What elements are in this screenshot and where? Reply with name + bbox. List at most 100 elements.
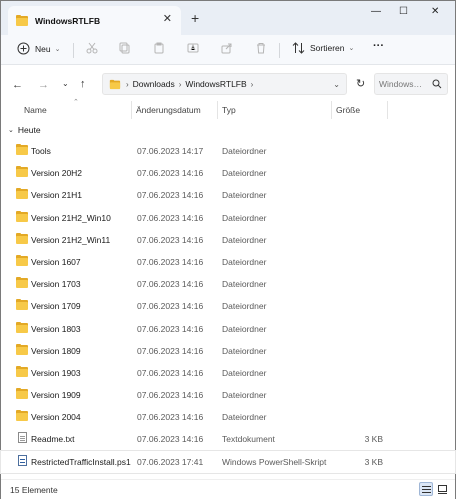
divider: [279, 43, 280, 58]
copy-button[interactable]: [119, 42, 131, 54]
file-row[interactable]: Version 2004 07.06.2023 14:16 Dateiordner: [1, 406, 455, 428]
file-row[interactable]: Version 1607 07.06.2023 14:16 Dateiordner: [1, 251, 455, 273]
file-row[interactable]: Version 1703 07.06.2023 14:16 Dateiordner: [1, 273, 455, 295]
file-type: Dateiordner: [222, 234, 267, 245]
share-icon: [221, 43, 232, 54]
clipboard-icon: [154, 42, 164, 54]
sort-button-label: Sortieren: [310, 43, 345, 53]
recent-locations-chevron-icon[interactable]: ⌄: [62, 79, 69, 88]
rename-button[interactable]: [187, 42, 199, 54]
file-row[interactable]: RestrictedTrafficInstall.ps1 07.06.2023 1…: [0, 449, 456, 474]
column-divider[interactable]: [331, 101, 332, 119]
refresh-icon[interactable]: ↻: [356, 77, 365, 90]
breadcrumb-downloads[interactable]: Downloads: [133, 79, 175, 89]
column-type[interactable]: Typ: [222, 105, 236, 115]
forward-arrow-icon[interactable]: →: [38, 79, 49, 91]
file-type: Dateiordner: [222, 146, 267, 156]
rename-icon: [187, 43, 199, 53]
file-type: Dateiordner: [222, 212, 267, 223]
file-row[interactable]: Version 1903 07.06.2023 14:16 Dateiordner: [1, 362, 455, 384]
back-arrow-icon[interactable]: ←: [12, 79, 23, 91]
new-button[interactable]: Neu ⌄: [17, 42, 60, 55]
folder-icon: [16, 188, 28, 200]
file-row[interactable]: Version 1803 07.06.2023 14:16 Dateiordner: [1, 318, 455, 340]
address-dropdown-icon[interactable]: ⌄: [333, 80, 340, 89]
new-tab-button[interactable]: +: [191, 10, 199, 26]
breadcrumb-separator-icon: ›: [178, 79, 182, 89]
file-row[interactable]: Version 21H2_Win11 07.06.2023 14:16 Dateio…: [1, 229, 455, 251]
file-date: 07.06.2023 14:16: [137, 345, 204, 356]
breadcrumb-windowsrtlfb[interactable]: WindowsRTLFB: [185, 79, 246, 89]
file-list: Tools 07.06.2023 14:17 Dateiordner Version …: [0, 140, 456, 474]
column-divider[interactable]: [131, 101, 132, 119]
search-box[interactable]: Windows…: [374, 73, 448, 95]
folder-icon: [16, 144, 28, 155]
file-date: 07.06.2023 14:16: [137, 301, 204, 312]
group-header-today[interactable]: ⌄ Heute: [8, 125, 41, 135]
file-row[interactable]: Version 1809 07.06.2023 14:16 Dateiordner: [1, 340, 455, 362]
file-row[interactable]: Tools 07.06.2023 14:17 Dateiordner: [1, 140, 455, 162]
details-view-button[interactable]: [419, 482, 433, 496]
folder-icon: [16, 299, 28, 311]
chevron-down-icon: ⌄: [54, 45, 61, 53]
folder-icon: [16, 410, 28, 422]
file-row[interactable]: Version 1709 07.06.2023 14:16 Dateiordner: [1, 295, 455, 317]
file-name: Version 21H2_Win11: [31, 234, 111, 245]
close-tab-icon[interactable]: ✕: [163, 12, 172, 25]
column-size[interactable]: Größe: [336, 105, 360, 115]
command-bar: Neu ⌄ Sortieren ⌄ ···: [1, 35, 455, 65]
up-arrow-icon[interactable]: ↑: [80, 78, 86, 90]
scissors-icon: [86, 42, 98, 54]
file-row[interactable]: Version 20H2 07.06.2023 14:16 Dateiordner: [1, 162, 455, 184]
tab-title: WindowsRTLFB: [35, 15, 101, 26]
file-type: Dateiordner: [222, 323, 267, 334]
file-date: 07.06.2023 14:16: [137, 212, 204, 223]
list-view-icon: [421, 485, 431, 493]
more-options-button[interactable]: ···: [373, 40, 384, 52]
file-type: Dateiordner: [222, 301, 267, 312]
column-divider[interactable]: [217, 101, 218, 119]
folder-icon: [16, 15, 28, 26]
share-button[interactable]: [221, 42, 233, 54]
file-type: Dateiordner: [222, 168, 267, 179]
sort-button[interactable]: Sortieren ⌄: [292, 42, 354, 54]
trash-icon: [257, 43, 265, 54]
status-bar: 15 Elemente: [1, 479, 455, 499]
file-date: 07.06.2023 14:16: [137, 168, 204, 179]
tiles-view-button[interactable]: [435, 482, 449, 496]
close-window-button[interactable]: ✕: [431, 6, 439, 17]
file-row[interactable]: Readme.txt 07.06.2023 14:16 Textdokument 3 …: [1, 428, 455, 450]
file-size: 3 KB: [364, 434, 383, 445]
file-date: 07.06.2023 14:16: [137, 434, 204, 445]
file-date: 07.06.2023 14:16: [137, 234, 204, 245]
scrollbar[interactable]: [450, 101, 454, 476]
file-name: Version 1709: [31, 301, 81, 312]
file-type: Dateiordner: [222, 190, 267, 201]
file-type: Dateiordner: [222, 279, 267, 290]
tab-windowsrtlfb[interactable]: WindowsRTLFB ✕: [8, 6, 181, 35]
file-row[interactable]: Version 21H1 07.06.2023 14:16 Dateiordner: [1, 184, 455, 206]
column-name[interactable]: Name: [24, 105, 47, 115]
column-divider[interactable]: [387, 101, 388, 119]
file-date: 07.06.2023 14:17: [137, 146, 204, 156]
minimize-button[interactable]: —: [371, 6, 381, 17]
file-type: Dateiordner: [222, 256, 267, 267]
file-name: Version 1703: [31, 279, 81, 290]
column-date-modified[interactable]: Änderungsdatum: [136, 105, 201, 115]
file-row[interactable]: Version 1909 07.06.2023 14:16 Dateiordner: [1, 384, 455, 406]
delete-button[interactable]: [255, 42, 267, 54]
group-label: Heute: [17, 125, 41, 135]
chevron-down-icon: ⌄: [8, 127, 14, 134]
file-date: 07.06.2023 14:16: [137, 279, 204, 290]
file-date: 07.06.2023 14:16: [137, 367, 204, 378]
file-row[interactable]: Version 21H2_Win10 07.06.2023 14:16 Dateio…: [1, 207, 455, 229]
cut-button[interactable]: [86, 42, 98, 54]
title-bar: WindowsRTLFB ✕ + — ☐ ✕: [1, 1, 455, 35]
folder-icon: [16, 166, 28, 178]
file-name: RestrictedTrafficInstall.ps1: [31, 456, 131, 467]
maximize-button[interactable]: ☐: [399, 6, 408, 17]
paste-button[interactable]: [153, 42, 165, 54]
file-type: Dateiordner: [222, 390, 267, 401]
file-type: Dateiordner: [222, 367, 267, 378]
address-bar[interactable]: › Downloads › WindowsRTLFB › ⌄: [102, 73, 347, 95]
